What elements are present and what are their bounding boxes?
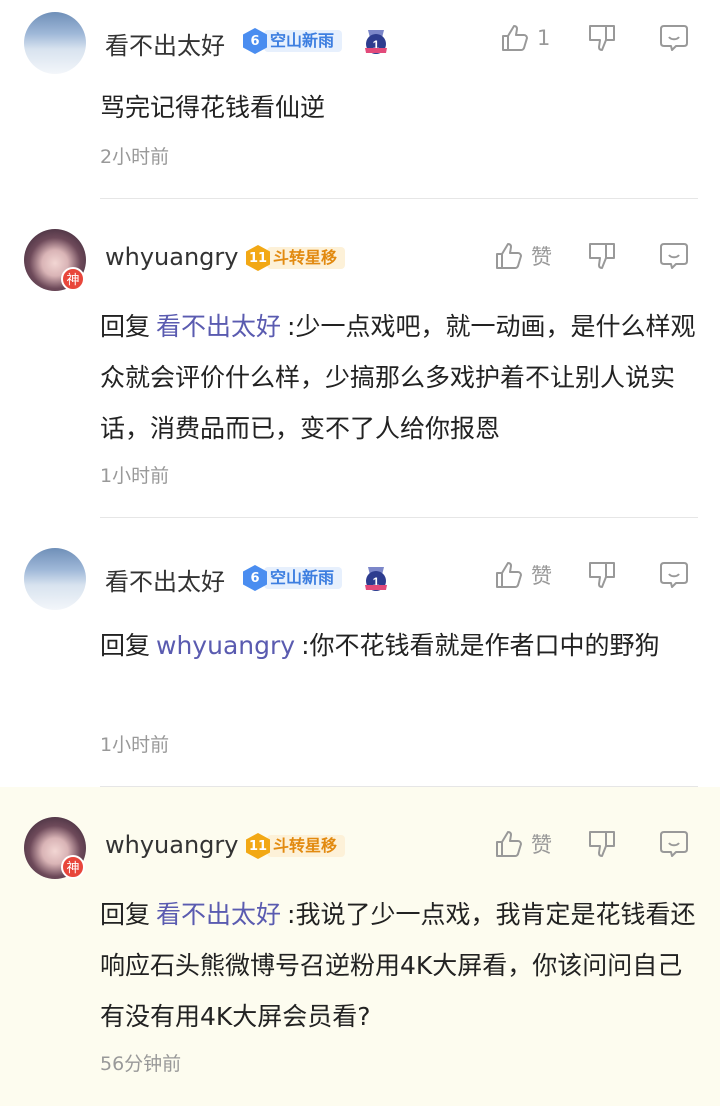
like-label: 赞 — [531, 245, 552, 269]
avatar-badge: 神 — [61, 855, 85, 879]
level-badge: 11 斗转星移 — [246, 245, 346, 271]
comment-icon — [660, 831, 688, 857]
username[interactable]: 看不出太好 — [105, 562, 225, 597]
comment-body: 骂完记得花钱看仙逆 — [100, 93, 326, 122]
comment-icon — [660, 562, 688, 588]
comment-icon — [660, 25, 688, 51]
like-count: 1 — [537, 26, 551, 50]
reply-prefix: 回复 — [100, 312, 151, 341]
thumbs-down-icon — [589, 25, 615, 51]
like-label: 赞 — [531, 564, 552, 588]
comment-time: 56分钟前 — [100, 1053, 182, 1075]
reply-button[interactable] — [658, 240, 690, 272]
comment-text: 回复 看不出太好:我说了少一点戏，我肯定是花钱看还响应石头熊微博号召逆粉用4K大屏… — [100, 889, 700, 1042]
level-title: 空山新雨 — [264, 30, 343, 52]
comment-text: 骂完记得花钱看仙逆 — [100, 82, 700, 133]
thumbs-down-icon — [589, 831, 615, 857]
dislike-button[interactable] — [586, 240, 618, 272]
comment-item: 看不出太好 6 空山新雨 1 赞 回复 whyuangry:你不花钱看就是作者口中… — [0, 518, 720, 786]
level-title: 空山新雨 — [264, 567, 343, 589]
thumbs-up-icon — [496, 562, 522, 588]
comment-icon — [660, 243, 688, 269]
reply-button[interactable] — [658, 559, 690, 591]
like-label: 赞 — [531, 833, 552, 857]
level-badge: 6 空山新雨 — [243, 28, 343, 54]
reply-prefix: 回复 — [100, 631, 151, 660]
medal-icon: 1 — [365, 567, 387, 591]
reply-to-user[interactable]: whyuangry — [156, 631, 295, 660]
reply-to-user[interactable]: 看不出太好 — [156, 312, 281, 341]
thumbs-up-icon — [502, 25, 528, 51]
like-button[interactable]: 1 — [499, 22, 550, 54]
level-title: 斗转星移 — [267, 247, 346, 269]
medal-icon: 1 — [365, 30, 387, 54]
like-button[interactable]: 赞 — [493, 559, 552, 591]
username[interactable]: 看不出太好 — [105, 26, 225, 61]
thumbs-up-icon — [496, 243, 522, 269]
dislike-button[interactable] — [586, 828, 618, 860]
comment-item: 神 whyuangry 11 斗转星移 赞 回复 看不出太好:我说了少一点戏，我肯… — [0, 787, 720, 1106]
avatar[interactable] — [24, 548, 86, 610]
thumbs-up-icon — [496, 831, 522, 857]
like-button[interactable]: 赞 — [493, 828, 552, 860]
comment-item: 神 whyuangry 11 斗转星移 赞 回复 看不出太好:少一点戏吧，就一动画… — [0, 199, 720, 517]
level-title: 斗转星移 — [267, 835, 346, 857]
comment-body: :你不花钱看就是作者口中的野狗 — [301, 631, 660, 660]
reply-to-user[interactable]: 看不出太好 — [156, 900, 281, 929]
comment-time: 1小时前 — [100, 465, 170, 487]
comment-time: 2小时前 — [100, 146, 170, 168]
level-badge: 6 空山新雨 — [243, 565, 343, 591]
like-button[interactable]: 赞 — [493, 240, 552, 272]
dislike-button[interactable] — [586, 559, 618, 591]
username[interactable]: whyuangry — [105, 831, 238, 859]
comment-text: 回复 看不出太好:少一点戏吧，就一动画，是什么样观众就会评价什么样，少搞那么多戏护… — [100, 301, 700, 454]
reply-button[interactable] — [658, 22, 690, 54]
dislike-button[interactable] — [586, 22, 618, 54]
reply-prefix: 回复 — [100, 900, 151, 929]
comment-item: 看不出太好 6 空山新雨 1 1 骂完记得花钱看仙逆 2小时前 — [0, 0, 720, 198]
comment-time: 1小时前 — [100, 734, 170, 756]
thumbs-down-icon — [589, 562, 615, 588]
avatar-badge: 神 — [61, 267, 85, 291]
thumbs-down-icon — [589, 243, 615, 269]
username[interactable]: whyuangry — [105, 243, 238, 271]
comment-text: 回复 whyuangry:你不花钱看就是作者口中的野狗 — [100, 620, 700, 671]
reply-button[interactable] — [658, 828, 690, 860]
avatar[interactable] — [24, 12, 86, 74]
level-badge: 11 斗转星移 — [246, 833, 346, 859]
